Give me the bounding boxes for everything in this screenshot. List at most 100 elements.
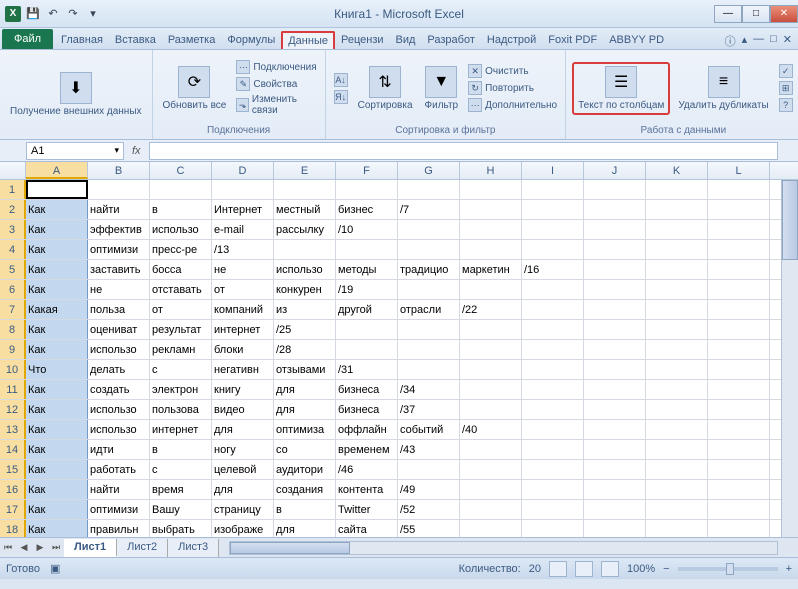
cell[interactable]: негативн	[212, 360, 274, 379]
view-layout-button[interactable]	[575, 561, 593, 577]
cell[interactable]: /28	[274, 340, 336, 359]
cell[interactable]: страницу	[212, 500, 274, 519]
cell[interactable]	[708, 320, 770, 339]
whatif-button[interactable]: ?	[777, 97, 795, 113]
cell[interactable]	[584, 320, 646, 339]
column-header[interactable]: L	[708, 162, 770, 179]
row-header[interactable]: 10	[0, 360, 26, 379]
cell[interactable]	[708, 480, 770, 499]
qat-dropdown-icon[interactable]: ▾	[84, 5, 102, 23]
sheet-nav-next[interactable]: ▶	[32, 542, 48, 553]
cell[interactable]	[646, 220, 708, 239]
cell[interactable]: /13	[212, 240, 274, 259]
cell[interactable]	[646, 240, 708, 259]
cell[interactable]: /55	[398, 520, 460, 537]
cell[interactable]	[584, 380, 646, 399]
cell[interactable]: e-mail	[212, 220, 274, 239]
cell[interactable]	[708, 300, 770, 319]
cell[interactable]	[336, 340, 398, 359]
cell[interactable]: Как	[26, 260, 88, 279]
sheet-nav-last[interactable]: ⏭	[48, 542, 64, 553]
cell[interactable]: /7	[398, 200, 460, 219]
cell[interactable]	[522, 280, 584, 299]
cell[interactable]	[26, 180, 88, 199]
cell[interactable]	[646, 320, 708, 339]
cell[interactable]	[584, 260, 646, 279]
cell[interactable]: оптимизи	[88, 240, 150, 259]
cell[interactable]	[336, 240, 398, 259]
cell[interactable]	[522, 420, 584, 439]
cell[interactable]: найти	[88, 480, 150, 499]
cell[interactable]: бизнес	[336, 200, 398, 219]
cell[interactable]	[460, 220, 522, 239]
cell[interactable]: идти	[88, 440, 150, 459]
view-normal-button[interactable]	[549, 561, 567, 577]
cell[interactable]: книгу	[212, 380, 274, 399]
zoom-out-button[interactable]: −	[663, 563, 669, 575]
cell[interactable]: маркетин	[460, 260, 522, 279]
cell[interactable]: видео	[212, 400, 274, 419]
fx-icon[interactable]: fx	[132, 145, 141, 157]
cell[interactable]	[708, 380, 770, 399]
doc-close-icon[interactable]: ✕	[783, 33, 792, 49]
cell[interactable]: с	[150, 460, 212, 479]
cell[interactable]: Twitter	[336, 500, 398, 519]
cell[interactable]	[646, 180, 708, 199]
cell[interactable]: /19	[336, 280, 398, 299]
cell[interactable]	[584, 300, 646, 319]
cell[interactable]: Как	[26, 460, 88, 479]
row-header[interactable]: 2	[0, 200, 26, 219]
cell[interactable]	[150, 180, 212, 199]
cell[interactable]	[584, 480, 646, 499]
cell[interactable]	[584, 200, 646, 219]
zoom-slider[interactable]	[678, 567, 778, 571]
cell[interactable]: /16	[522, 260, 584, 279]
cell[interactable]	[460, 380, 522, 399]
cell[interactable]: /52	[398, 500, 460, 519]
cell[interactable]	[584, 240, 646, 259]
cell[interactable]: Как	[26, 220, 88, 239]
cell[interactable]: /34	[398, 380, 460, 399]
cell[interactable]	[398, 180, 460, 199]
cell[interactable]	[708, 460, 770, 479]
cell[interactable]	[398, 360, 460, 379]
cell[interactable]: от	[150, 300, 212, 319]
cell[interactable]: блоки	[212, 340, 274, 359]
filter-button[interactable]: ▼ Фильтр	[421, 64, 463, 113]
name-box[interactable]: A1▾	[26, 142, 124, 160]
close-button[interactable]: ✕	[770, 5, 798, 23]
sort-desc-button[interactable]: Я↓	[332, 89, 350, 105]
undo-icon[interactable]: ↶	[44, 5, 62, 23]
cell[interactable]	[584, 280, 646, 299]
cell[interactable]	[522, 400, 584, 419]
cell[interactable]: от	[212, 280, 274, 299]
cell[interactable]: методы	[336, 260, 398, 279]
cell[interactable]: использо	[88, 420, 150, 439]
sort-asc-button[interactable]: A↓	[332, 72, 350, 88]
cell[interactable]: делать	[88, 360, 150, 379]
row-header[interactable]: 11	[0, 380, 26, 399]
cell[interactable]	[522, 200, 584, 219]
zoom-in-button[interactable]: +	[786, 563, 792, 575]
cell[interactable]	[522, 440, 584, 459]
cell[interactable]	[708, 360, 770, 379]
sheet-nav-first[interactable]: ⏮	[0, 542, 16, 553]
cell[interactable]: конкурен	[274, 280, 336, 299]
advanced-filter-button[interactable]: ⋯Дополнительно	[466, 97, 559, 113]
cell[interactable]	[460, 340, 522, 359]
cell[interactable]	[460, 200, 522, 219]
cell[interactable]: электрон	[150, 380, 212, 399]
cell[interactable]: интернет	[150, 420, 212, 439]
cell[interactable]	[708, 260, 770, 279]
cell[interactable]	[584, 340, 646, 359]
column-header[interactable]: F	[336, 162, 398, 179]
cell[interactable]: Что	[26, 360, 88, 379]
cell[interactable]: не	[212, 260, 274, 279]
cell[interactable]	[398, 320, 460, 339]
cell[interactable]: Как	[26, 200, 88, 219]
cell[interactable]: Как	[26, 340, 88, 359]
cell[interactable]: /10	[336, 220, 398, 239]
cell[interactable]: рекламн	[150, 340, 212, 359]
cell[interactable]: Какая	[26, 300, 88, 319]
data-validation-button[interactable]: ✓	[777, 63, 795, 79]
